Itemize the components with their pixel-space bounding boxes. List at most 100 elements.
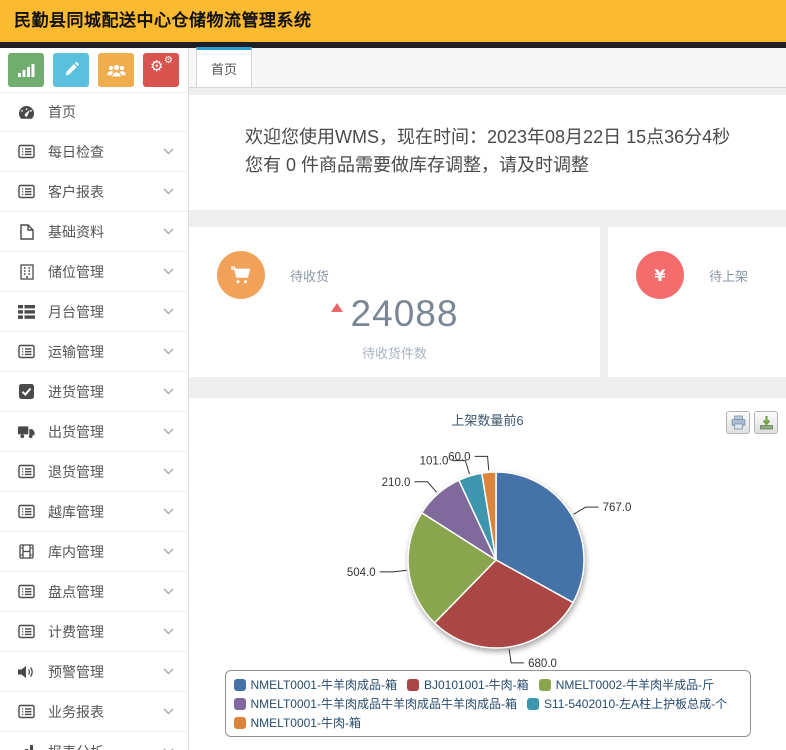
pie-value-label: 210.0 [382,477,411,489]
legend-item[interactable]: S11-5402010-左A柱上护板总成-个 [526,695,727,712]
chevron-down-icon [163,668,174,675]
pie-value-label: 504.0 [347,567,376,579]
wms-app: 民勤县同城配送中心仓储物流管理系统 ⚙ ⚙ 首页 每日检查 客户报表 基础资料 储位管理月… [0,0,786,750]
th-list-icon [18,303,35,320]
sidebar-item-10[interactable]: 越库管理 [0,492,188,532]
sidebar-item-label: 业务报表 [48,703,104,720]
chevron-down-icon [163,388,174,395]
chevron-down-icon [163,148,174,155]
card-shelve-title: 待上架 [709,268,749,284]
label-connector [474,455,490,471]
legend-label: NMELT0002-牛羊肉半成品-斤 [555,678,715,692]
sidebar-item-3[interactable]: 基础资料 [0,212,188,252]
sidebar-item-label: 报表分析 [48,742,163,750]
list-icon [18,183,35,200]
sidebar-item-label: 计费管理 [48,623,104,640]
caret-up-icon [330,303,343,312]
building-icon [18,263,35,280]
pencil-icon [63,62,79,78]
legend-item[interactable]: NMELT0001-牛羊肉成品-箱 [233,676,397,693]
sidebar-item-11[interactable]: 库内管理 [0,532,188,572]
legend-label: NMELT0001-牛羊肉成品牛羊肉成品牛羊肉成品-箱 [250,697,517,711]
gears-button[interactable]: ⚙ ⚙ [143,53,179,87]
legend-marker [526,697,539,710]
sidebar-item-label: 储位管理 [48,263,104,280]
chevron-down-icon [163,628,174,635]
sidebar-item-15[interactable]: 业务报表 [0,692,188,732]
sidebar-item-label: 出货管理 [48,423,104,440]
list-icon [18,343,35,360]
legend-item[interactable]: NMELT0001-牛肉-箱 [233,714,361,731]
legend-item[interactable]: NMELT0002-牛羊肉半成品-斤 [538,676,715,693]
sidebar-item-16[interactable]: 报表分析 [0,732,188,750]
list-icon [18,623,35,640]
chevron-down-icon [163,268,174,275]
truck-icon [18,423,35,440]
welcome-line2: 您有 0 件商品需要做库存调整，请及时调整 [245,155,590,175]
legend-marker [233,716,246,729]
bar-chart-icon [18,743,35,750]
sidebar-menu: 首页每日检查客户报表基础资料储位管理月台管理运输管理进货管理出货管理退货管理越库… [0,92,188,750]
sidebar-item-label: 客户报表 [48,183,104,200]
stat-cards: 待收货 24088 待收货件数 ¥ 待上架 [189,227,786,377]
sidebar-item-13[interactable]: 计费管理 [0,612,188,652]
legend-label: NMELT0001-牛羊肉成品-箱 [250,678,397,692]
card-receive-sublabel: 待收货件数 [361,346,427,361]
sidebar-item-4[interactable]: 储位管理 [0,252,188,292]
pie-value-label: 101.0 [420,456,449,468]
main-area: 首页 欢迎您使用WMS，现在时间：2023年08月22日 15点36分4秒 您有… [189,47,786,750]
pie-value-label: 60.0 [448,451,470,463]
sidebar-item-8[interactable]: 出货管理 [0,412,188,452]
sidebar-item-1[interactable]: 每日检查 [0,132,188,172]
card-divider [600,227,608,377]
pie-value-label: 680.0 [528,658,557,670]
legend-item[interactable]: BJ0101001-牛肉-箱 [406,676,529,693]
legend-label: BJ0101001-牛肉-箱 [423,678,529,692]
list-icon [18,463,35,480]
chevron-down-icon [163,188,174,195]
sidebar-item-home[interactable]: 首页 [0,92,188,132]
chart-bars-icon [17,62,35,78]
yen-icon: ¥ [636,251,684,299]
tab-bar: 首页 [189,47,786,88]
sidebar-item-label: 越库管理 [48,503,104,520]
chevron-down-icon [163,348,174,355]
sidebar-item-9[interactable]: 退货管理 [0,452,188,492]
left-column: ⚙ ⚙ 首页每日检查客户报表基础资料储位管理月台管理运输管理进货管理出货管理退货管… [0,48,189,750]
legend-marker [233,678,246,691]
sidebar-item-label: 库内管理 [48,543,104,560]
sidebar-item-2[interactable]: 客户报表 [0,172,188,212]
chart-legend: NMELT0001-牛羊肉成品-箱 BJ0101001-牛肉-箱 NMELT0002… [224,670,751,737]
cart-icon [217,251,265,299]
list-icon [18,583,35,600]
sidebar-item-label: 进货管理 [48,383,104,400]
chevron-down-icon [163,548,174,555]
pending-receive-count: 24088 [350,293,459,334]
sidebar-item-label: 盘点管理 [48,583,104,600]
sidebar-item-12[interactable]: 盘点管理 [0,572,188,612]
sidebar-item-label: 运输管理 [48,343,104,360]
sidebar-item-label: 首页 [48,104,76,120]
sidebar-item-6[interactable]: 运输管理 [0,332,188,372]
chart-bars-button[interactable] [8,53,44,87]
sidebar-item-7[interactable]: 进货管理 [0,372,188,412]
tab-home[interactable]: 首页 [196,47,253,87]
sidebar-item-label: 月台管理 [48,303,104,320]
pie-value-label: 767.0 [603,502,632,514]
legend-item[interactable]: NMELT0001-牛羊肉成品牛羊肉成品牛羊肉成品-箱 [233,695,517,712]
dashboard-icon [18,104,35,121]
sidebar-item-label: 预警管理 [48,663,104,680]
list-icon [18,703,35,720]
film-icon [18,543,35,560]
users-button[interactable] [98,53,134,87]
sidebar-item-5[interactable]: 月台管理 [0,292,188,332]
content: 欢迎您使用WMS，现在时间：2023年08月22日 15点36分4秒 您有 0 … [189,88,786,750]
chevron-down-icon [163,708,174,715]
chevron-down-icon [163,428,174,435]
pencil-button[interactable] [53,53,89,87]
sidebar-item-label: 退货管理 [48,463,104,480]
chevron-down-icon [163,228,174,235]
card-receive-title: 待收货 [290,268,330,284]
card-receive-stat: 24088 [189,293,600,335]
sidebar-item-14[interactable]: 预警管理 [0,652,188,692]
